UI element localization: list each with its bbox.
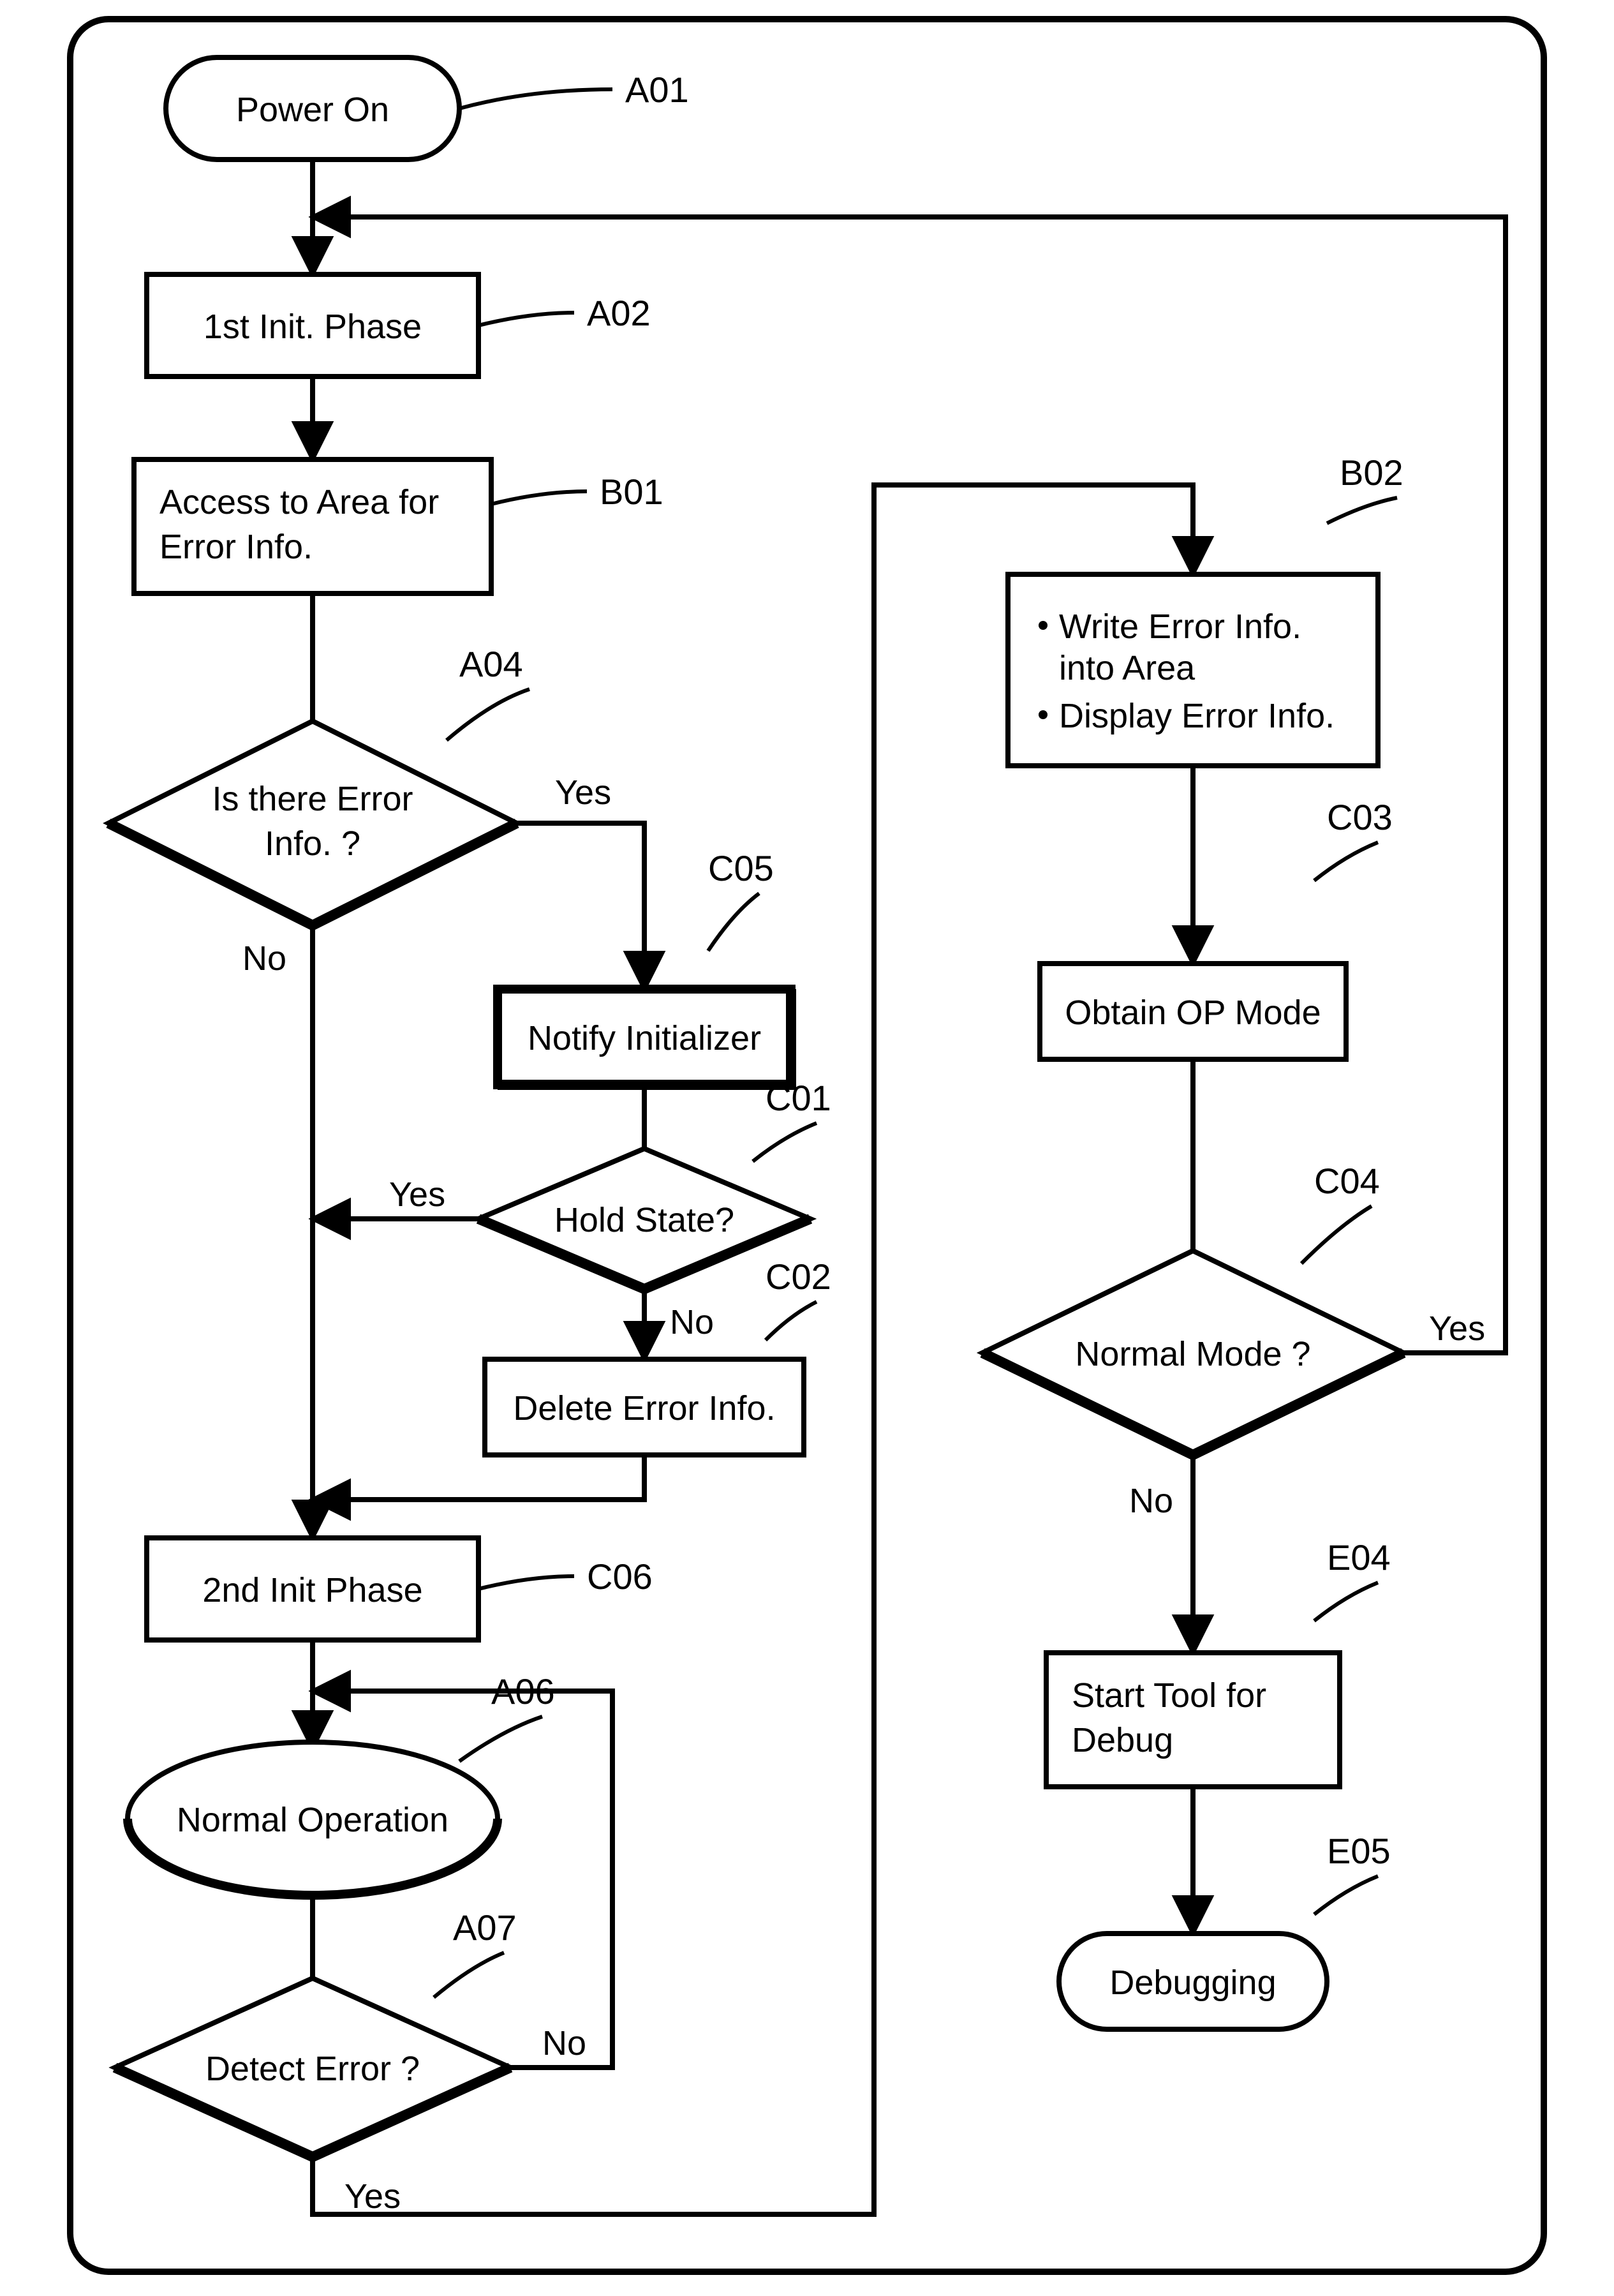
A07-no: No xyxy=(542,2024,586,2062)
node-A04-line2: Info. ? xyxy=(265,824,360,863)
node-A06-text: Normal Operation xyxy=(177,1801,448,1839)
A04-no: No xyxy=(242,939,286,978)
node-A01: Power On xyxy=(166,57,459,160)
node-B02-line1: Write Error Info. xyxy=(1059,608,1301,646)
node-A01-text: Power On xyxy=(236,91,389,129)
C04-yes: Yes xyxy=(1429,1309,1485,1348)
tag-C05: C05 xyxy=(708,848,774,888)
node-E05-text: Debugging xyxy=(1109,1964,1276,2002)
node-B02: Write Error Info. into Area Display Erro… xyxy=(1008,574,1378,766)
tag-E04: E04 xyxy=(1327,1537,1391,1577)
node-C02-text: Delete Error Info. xyxy=(513,1389,775,1428)
node-C03: Obtain OP Mode xyxy=(1040,964,1346,1059)
node-C01: Hold State? xyxy=(478,1149,810,1289)
node-B01-line2: Error Info. xyxy=(159,528,313,566)
tag-C06: C06 xyxy=(587,1556,653,1597)
node-A07-text: Detect Error ? xyxy=(205,2050,420,2088)
node-A07: Detect Error ? xyxy=(115,1978,510,2157)
C01-yes: Yes xyxy=(389,1175,445,1214)
node-C04-text: Normal Mode ? xyxy=(1075,1335,1310,1373)
node-C02: Delete Error Info. xyxy=(485,1359,804,1455)
tag-C01: C01 xyxy=(766,1078,831,1118)
tag-A02: A02 xyxy=(587,293,651,333)
C01-no: No xyxy=(670,1303,714,1341)
node-C03-text: Obtain OP Mode xyxy=(1065,994,1321,1032)
tag-C04: C04 xyxy=(1314,1161,1380,1201)
node-E05: Debugging xyxy=(1059,1934,1327,2029)
tag-C03: C03 xyxy=(1327,797,1393,837)
tag-A07: A07 xyxy=(453,1907,517,1948)
tag-A04: A04 xyxy=(459,644,523,684)
node-A04-line1: Is there Error xyxy=(212,780,413,818)
node-A02: 1st Init. Phase xyxy=(147,274,478,376)
tag-C02: C02 xyxy=(766,1256,831,1297)
node-C05-text: Notify Initializer xyxy=(528,1019,761,1057)
node-C06-text: 2nd Init Phase xyxy=(202,1571,422,1609)
node-E04: Start Tool for Debug xyxy=(1046,1653,1340,1787)
node-E04-line1: Start Tool for xyxy=(1072,1676,1266,1715)
node-E04-line2: Debug xyxy=(1072,1721,1173,1759)
node-C01-text: Hold State? xyxy=(554,1201,734,1239)
node-C04: Normal Mode ? xyxy=(982,1251,1403,1455)
C04-no: No xyxy=(1129,1482,1173,1520)
node-A04: Is there Error Info. ? xyxy=(108,721,517,925)
node-B01-line1: Access to Area for xyxy=(159,483,439,521)
node-A02-text: 1st Init. Phase xyxy=(204,308,422,346)
node-B01: Access to Area for Error Info. xyxy=(134,459,491,593)
node-B02-line2: into Area xyxy=(1059,649,1196,687)
node-B02-line3: Display Error Info. xyxy=(1059,697,1335,735)
node-C05: Notify Initializer xyxy=(498,989,791,1085)
tag-A01: A01 xyxy=(625,70,689,110)
tag-B02: B02 xyxy=(1340,452,1403,493)
A07-yes: Yes xyxy=(344,2177,401,2216)
tag-E05: E05 xyxy=(1327,1831,1391,1871)
node-C06: 2nd Init Phase xyxy=(147,1538,478,1640)
tag-B01: B01 xyxy=(600,472,663,512)
node-A06: Normal Operation xyxy=(128,1742,498,1895)
A04-yes: Yes xyxy=(555,773,611,812)
